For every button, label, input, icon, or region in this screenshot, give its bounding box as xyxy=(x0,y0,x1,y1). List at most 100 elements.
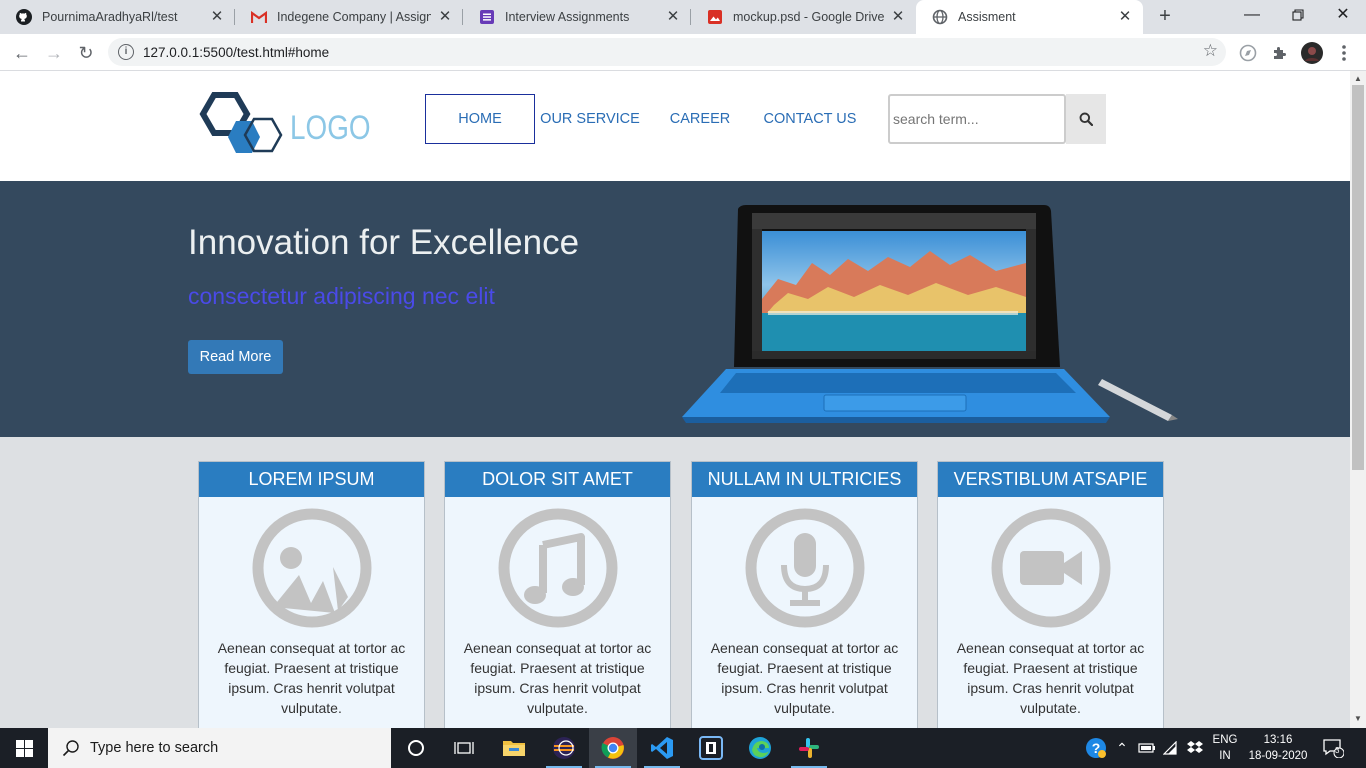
notification-count: 3 xyxy=(1335,746,1340,755)
hexagon-logo-icon xyxy=(199,92,283,153)
tab-drive[interactable]: mockup.psd - Google Drive ✕ xyxy=(691,0,916,34)
extensions-puzzle-icon[interactable] xyxy=(1269,42,1291,64)
app-bracket-icon[interactable] xyxy=(687,728,735,768)
dropbox-icon[interactable] xyxy=(1184,728,1206,768)
tab-title: Assisment xyxy=(958,10,1016,24)
video-camera-icon xyxy=(991,508,1111,628)
eclipse-icon[interactable] xyxy=(540,728,588,768)
features-section: LOREM IPSUM Aenean consequat at tortor a… xyxy=(0,437,1350,728)
tab-title: Interview Assignments xyxy=(505,10,630,24)
vscode-icon[interactable] xyxy=(638,728,686,768)
restore-icon[interactable] xyxy=(1275,0,1321,30)
slack-icon[interactable] xyxy=(785,728,833,768)
card-text: Aenean consequat at tortor ac feugiat. P… xyxy=(217,640,406,716)
language-region: IN xyxy=(1219,750,1231,762)
search-icon xyxy=(1079,112,1093,126)
tab-assisment[interactable]: Assisment ✕ xyxy=(916,0,1143,34)
task-view-icon[interactable] xyxy=(440,728,488,768)
chrome-icon[interactable] xyxy=(589,728,637,768)
language-indicator[interactable]: ENG IN xyxy=(1208,728,1242,768)
close-tab-icon[interactable]: ✕ xyxy=(890,9,906,25)
windows-taskbar: Type here to search ? ⌃ ENG IN 13:16 18-… xyxy=(0,728,1366,768)
scrollbar-thumb[interactable] xyxy=(1352,85,1364,470)
taskbar-search-placeholder: Type here to search xyxy=(90,740,219,756)
address-bar[interactable]: i 127.0.0.1:5500/test.html#home ☆ xyxy=(108,38,1226,66)
close-window-icon[interactable]: ✕ xyxy=(1320,0,1366,30)
forward-icon[interactable]: → xyxy=(41,40,67,66)
globe-icon xyxy=(932,9,948,25)
page-scrollbar[interactable]: ▲ ▼ xyxy=(1350,71,1366,728)
back-icon[interactable]: ← xyxy=(9,40,35,66)
card-title: NULLAM IN ULTRICIES xyxy=(692,462,917,497)
tab-title: Indegene Company | Assignme xyxy=(277,10,431,24)
tab-github[interactable]: PournimaAradhyaRl/test ✕ xyxy=(0,0,235,34)
close-tab-icon[interactable]: ✕ xyxy=(437,9,453,25)
tab-title: mockup.psd - Google Drive xyxy=(733,10,884,24)
close-tab-icon[interactable]: ✕ xyxy=(1117,9,1133,25)
clock-time: 13:16 xyxy=(1263,734,1293,746)
scroll-down-icon[interactable]: ▼ xyxy=(1354,714,1362,723)
laptop-image xyxy=(682,205,1178,423)
browser-menu-icon[interactable] xyxy=(1333,42,1355,64)
taskbar-search[interactable]: Type here to search xyxy=(48,728,391,768)
site-header: LOGO HOME OUR SERVICE CAREER CONTACT US xyxy=(0,71,1350,181)
notification-center-icon[interactable]: 3 xyxy=(1318,728,1348,768)
edge-icon[interactable] xyxy=(736,728,784,768)
browser-toolbar: ← → ↻ i 127.0.0.1:5500/test.html#home ☆ xyxy=(0,34,1366,71)
feature-card: NULLAM IN ULTRICIES Aenean consequat at … xyxy=(691,461,918,728)
new-tab-button[interactable]: + xyxy=(1152,5,1178,29)
bookmark-star-icon[interactable]: ☆ xyxy=(1203,41,1218,61)
site-info-icon[interactable]: i xyxy=(118,44,134,60)
card-title: VERSTIBLUM ATSAPIE xyxy=(938,462,1163,497)
card-title: DOLOR SIT AMET xyxy=(445,462,670,497)
close-tab-icon[interactable]: ✕ xyxy=(665,9,681,25)
hero-subtitle: consectetur adipiscing nec elit xyxy=(188,283,495,309)
minimize-icon[interactable]: — xyxy=(1229,0,1275,30)
scroll-up-icon[interactable]: ▲ xyxy=(1354,74,1362,83)
nav-home[interactable]: HOME xyxy=(425,94,535,144)
feature-card: DOLOR SIT AMET Aenean consequat at torto… xyxy=(444,461,671,728)
image-icon xyxy=(252,508,372,628)
clock-date: 18-09-2020 xyxy=(1248,750,1308,762)
page-viewport: LOGO HOME OUR SERVICE CAREER CONTACT US … xyxy=(0,71,1350,728)
windows-start-icon[interactable] xyxy=(0,728,48,768)
clock[interactable]: 13:16 18-09-2020 xyxy=(1245,728,1311,768)
search-icon xyxy=(62,740,79,757)
nav-contact-us[interactable]: CONTACT US xyxy=(757,94,863,144)
file-explorer-icon[interactable] xyxy=(490,728,538,768)
browser-tab-strip: PournimaAradhyaRl/test ✕ Indegene Compan… xyxy=(0,0,1366,34)
card-text: Aenean consequat at tortor ac feugiat. P… xyxy=(956,640,1145,716)
profile-avatar[interactable] xyxy=(1301,42,1323,64)
tab-gmail[interactable]: Indegene Company | Assignme ✕ xyxy=(235,0,463,34)
nav-career[interactable]: CAREER xyxy=(657,94,743,144)
close-tab-icon[interactable]: ✕ xyxy=(209,9,225,25)
forms-icon xyxy=(479,9,495,25)
nav-our-service[interactable]: OUR SERVICE xyxy=(537,94,643,144)
github-icon xyxy=(16,9,32,25)
tab-forms[interactable]: Interview Assignments ✕ xyxy=(463,0,691,34)
card-text: Aenean consequat at tortor ac feugiat. P… xyxy=(710,640,899,716)
site-search xyxy=(888,94,1106,144)
reload-icon[interactable]: ↻ xyxy=(73,40,99,66)
hero-title: Innovation for Excellence xyxy=(188,223,580,262)
wifi-icon[interactable] xyxy=(1161,728,1183,768)
site-logo[interactable]: LOGO xyxy=(198,91,371,161)
search-button[interactable] xyxy=(1066,94,1106,144)
microphone-icon xyxy=(745,508,865,628)
hero-banner: Innovation for Excellence consectetur ad… xyxy=(0,181,1350,437)
extension-compass-icon[interactable] xyxy=(1237,42,1259,64)
search-input[interactable] xyxy=(888,94,1066,144)
card-text: Aenean consequat at tortor ac feugiat. P… xyxy=(463,640,652,716)
tab-title: PournimaAradhyaRl/test xyxy=(42,10,178,24)
language-code: ENG xyxy=(1212,734,1238,746)
battery-icon[interactable] xyxy=(1137,728,1157,768)
url-text[interactable]: 127.0.0.1:5500/test.html#home xyxy=(143,45,329,60)
gmail-icon xyxy=(251,9,267,25)
drive-image-icon xyxy=(707,9,723,25)
cortana-icon[interactable] xyxy=(392,728,440,768)
show-hidden-icons-icon[interactable]: ⌃ xyxy=(1113,728,1131,768)
logo-text: LOGO xyxy=(290,109,371,147)
read-more-button[interactable]: Read More xyxy=(188,340,283,374)
help-icon[interactable]: ? xyxy=(1083,728,1109,768)
feature-card: VERSTIBLUM ATSAPIE Aenean consequat at t… xyxy=(937,461,1164,728)
